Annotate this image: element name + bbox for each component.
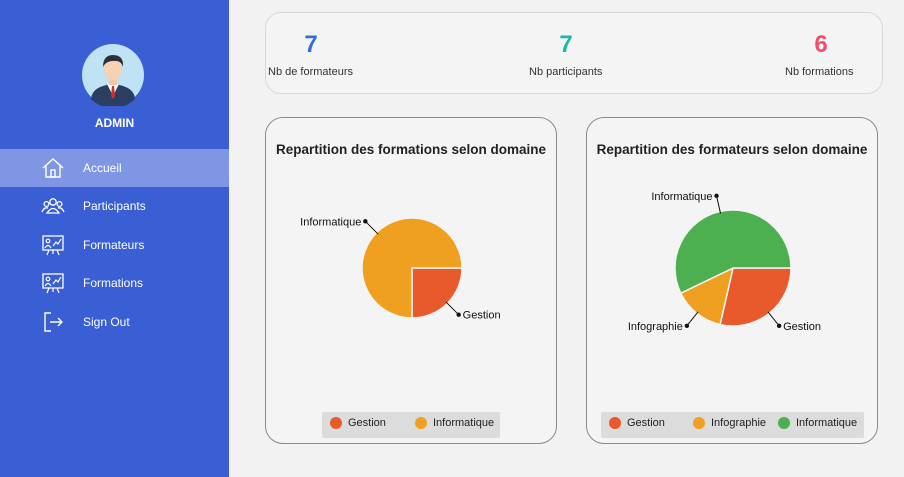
legend-label: Gestion [627, 417, 665, 429]
legend-item-gestion: Gestion [609, 417, 665, 429]
leader-line [686, 311, 699, 327]
stat-label-formations: Nb formations [785, 66, 854, 78]
pie-chart-formations: Gestion Informatique [300, 216, 501, 322]
pie-label-gestion: Gestion [783, 321, 821, 333]
presentation-icon [42, 273, 64, 294]
sidebar-item-formations[interactable]: Formations [0, 264, 229, 302]
leader-line [716, 195, 722, 214]
legend-item-infographie: Infographie [693, 417, 766, 429]
sidebar-item-label: Formateurs [83, 238, 145, 252]
sidebar-item-label: Sign Out [83, 315, 130, 329]
home-icon [42, 158, 64, 178]
leader-dot [456, 312, 461, 317]
sidebar: ADMIN Accueil Participants Formateurs Fo… [0, 0, 229, 477]
stat-label-participants: Nb participants [529, 66, 603, 78]
sidebar-item-formateurs[interactable]: Formateurs [0, 226, 229, 264]
legend-swatch [778, 417, 790, 429]
legend-swatch [693, 417, 705, 429]
sidebar-item-participants[interactable]: Participants [0, 187, 229, 225]
user-name: ADMIN [94, 116, 135, 130]
legend-label: Infographie [711, 417, 767, 429]
legend-swatch [330, 417, 342, 429]
chart-card-formations: Repartition des formations selon domaine… [265, 117, 557, 444]
legend-item-informatique: Informatique [778, 417, 857, 429]
legend-label: Informatique [433, 417, 495, 429]
pie-label-informatique: Informatique [651, 191, 712, 203]
leader-line [767, 311, 780, 327]
legend-item-informatique: Informatique [415, 417, 494, 429]
chart-legend: Gestion Informatique [322, 412, 500, 438]
stats-card: 7 Nb de formateurs 7 Nb participants 6 N… [265, 12, 883, 94]
leader-dot [363, 219, 368, 224]
avatar [82, 44, 144, 106]
legend-swatch [609, 417, 621, 429]
leader-dot [684, 323, 690, 329]
presentation-icon [42, 235, 64, 256]
sidebar-item-label: Participants [83, 199, 146, 213]
sidebar-item-label: Formations [83, 276, 144, 290]
leader-dot [776, 323, 782, 329]
stat-value-formateurs: 7 [304, 31, 318, 58]
stat-value-participants: 7 [559, 31, 573, 58]
pie-label-informatique: Informatique [300, 216, 361, 228]
stat-value-formations: 6 [814, 31, 828, 58]
leader-line [364, 220, 379, 235]
chart-card-formateurs: Repartition des formateurs selon domaine… [586, 117, 878, 444]
users-icon [41, 198, 65, 214]
sidebar-item-sign-out[interactable]: Sign Out [0, 303, 229, 341]
pie-chart-formateurs: Gestion Infographie Informatique [628, 191, 821, 333]
sign-out-icon [44, 312, 63, 332]
stat-label-formateurs: Nb de formateurs [268, 66, 353, 78]
pie-label-infographie: Infographie [628, 321, 683, 333]
leader-dot [714, 193, 719, 199]
pie-label-gestion: Gestion [463, 310, 501, 322]
chart-legend: Gestion Infographie Informatique [601, 412, 864, 438]
legend-label: Informatique [796, 417, 858, 429]
legend-item-gestion: Gestion [330, 417, 386, 429]
legend-swatch [415, 417, 427, 429]
sidebar-item-accueil[interactable]: Accueil [0, 149, 229, 187]
legend-label: Gestion [348, 417, 386, 429]
sidebar-item-label: Accueil [83, 161, 122, 175]
leader-line [445, 301, 460, 316]
